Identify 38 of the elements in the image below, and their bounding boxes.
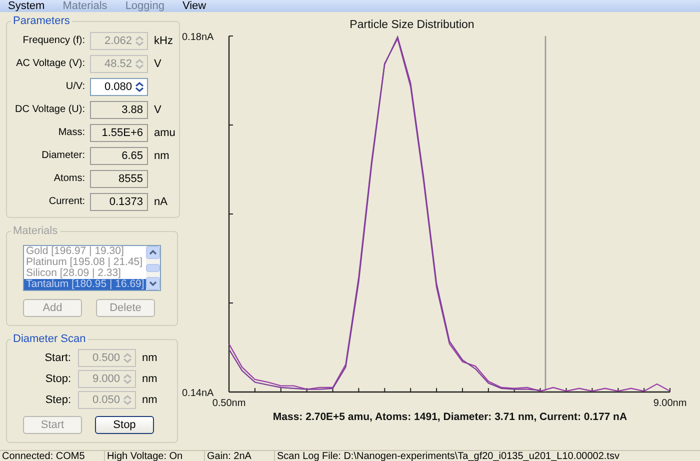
unit-label: amu (154, 126, 176, 138)
axis-label: 9.00nm (653, 398, 687, 409)
unit-label: kHz (154, 34, 173, 46)
axis-label: 0.18nA (182, 32, 214, 43)
readout-field: 0.1373 (90, 192, 148, 210)
field-label: AC Voltage (V): (15, 58, 85, 69)
status-text: High Voltage: On (105, 451, 205, 461)
field-label: DC Voltage (U): (14, 104, 85, 115)
axis-label: 0.50nm (212, 398, 246, 409)
unit-label: nm (142, 394, 158, 406)
group-title: Diameter Scan (12, 333, 87, 345)
group-title: Parameters (12, 15, 71, 27)
group-title: Materials (12, 225, 59, 237)
field-label: Current: (48, 196, 85, 207)
readout-field: 1.55E+6 (90, 124, 148, 142)
readout-field: 8555 (90, 170, 148, 188)
field-label: Atoms: (52, 173, 85, 184)
axis-label: 0.14nA (182, 388, 214, 399)
readout-caption: Mass: 2.70E+5 amu, Atoms: 1491, Diameter: 3.71 nm, Current: 0.177 nA (272, 411, 628, 423)
status-text: Scan Log File: D:\Nanogen-experiments\Ta_gf20_i0135_u201_L10.00002.tsv (276, 451, 620, 461)
unit-label: nA (154, 196, 168, 208)
unit-label: nm (142, 352, 158, 364)
unit-label: nm (142, 372, 158, 384)
field-label: Step: (44, 394, 71, 406)
unit-label: V (154, 104, 162, 116)
field-label: Diameter: (40, 150, 85, 161)
status-text: Gain: 2nA (205, 451, 275, 461)
unit-label: nm (154, 150, 170, 162)
status-text: Connected: COM5 (0, 451, 105, 461)
field-label: U/V: (64, 81, 85, 92)
readout-field: 3.88 (90, 100, 148, 118)
field-label: Frequency (f): (22, 35, 85, 46)
readout-field: 6.65 (90, 146, 148, 164)
field-label: Mass: (57, 127, 85, 138)
chart-title: Particle Size Distribution (350, 19, 474, 31)
unit-label: V (154, 58, 162, 70)
field-label: Start: (44, 352, 71, 364)
field-label: Stop: (44, 372, 71, 384)
